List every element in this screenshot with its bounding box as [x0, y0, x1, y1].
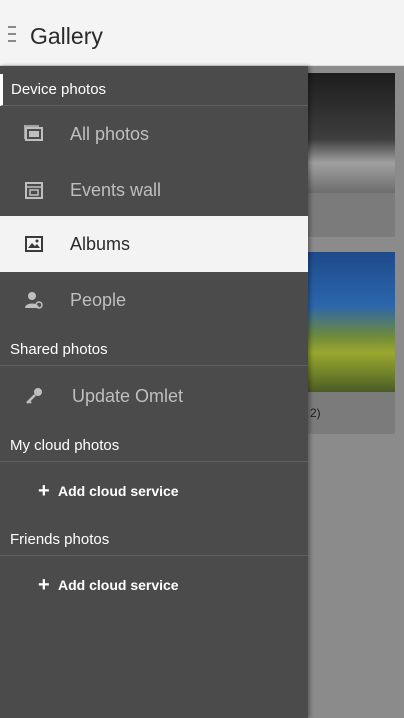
drawer-item-people[interactable]: People	[0, 272, 308, 328]
drawer-item-albums[interactable]: Albums	[0, 216, 308, 272]
menu-icon[interactable]	[8, 26, 22, 44]
app-title: Gallery	[30, 23, 103, 49]
key-icon	[26, 388, 42, 404]
photo-icon	[24, 125, 43, 141]
section-header-friends-photos: Friends photos	[0, 524, 308, 556]
app-bar: Gallery	[0, 0, 404, 66]
drawer-item-label: Albums	[70, 234, 131, 254]
section-header-device-photos: Device photos	[0, 74, 308, 106]
add-cloud-service-button[interactable]: + Add cloud service	[0, 463, 308, 519]
album-count-text: 2)	[310, 406, 321, 420]
plus-icon: +	[38, 574, 50, 596]
events-icon	[25, 182, 43, 199]
section-header-my-cloud-photos: My cloud photos	[0, 430, 308, 462]
drawer-item-all-photos[interactable]: All photos	[0, 106, 308, 162]
drawer-item-label: All photos	[70, 124, 150, 144]
people-icon	[25, 292, 43, 309]
album-thumbnail[interactable]	[308, 73, 395, 193]
add-cloud-service-label: Add cloud service	[58, 483, 179, 499]
plus-icon: +	[38, 480, 50, 502]
drawer-item-label: Events wall	[70, 180, 162, 200]
section-header-shared-photos: Shared photos	[0, 334, 308, 366]
drawer-item-events-wall[interactable]: Events wall	[0, 162, 308, 218]
add-cloud-service-button[interactable]: + Add cloud service	[0, 557, 308, 613]
drawer-item-label: Update Omlet	[72, 386, 184, 406]
album-icon	[25, 236, 43, 252]
gallery-app: 2) Gallery Device photos All photos Even…	[0, 0, 404, 718]
album-caption	[308, 193, 395, 237]
drawer-item-update-omlet[interactable]: Update Omlet	[0, 368, 308, 424]
album-caption: 2)	[308, 392, 395, 434]
album-thumbnail[interactable]	[308, 252, 395, 392]
add-cloud-service-label: Add cloud service	[58, 577, 179, 593]
drawer-item-label: People	[70, 290, 127, 310]
navigation-drawer: Device photos All photos Events wall Alb…	[0, 66, 308, 718]
